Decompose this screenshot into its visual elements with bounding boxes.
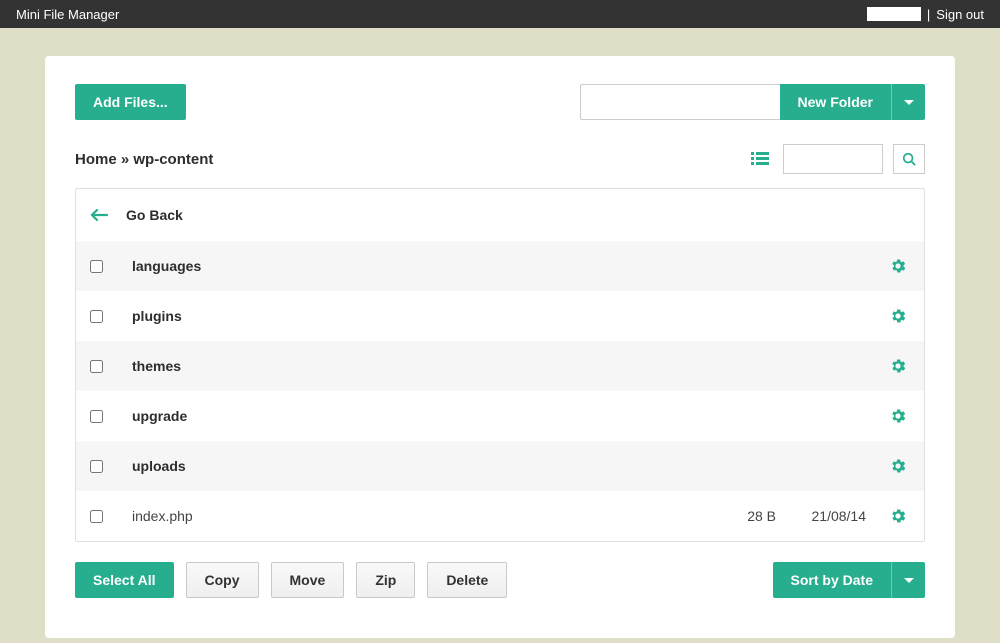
row-checkbox[interactable] bbox=[90, 310, 103, 323]
gear-icon[interactable] bbox=[886, 257, 910, 275]
search-input[interactable] bbox=[783, 144, 883, 174]
separator: | bbox=[927, 7, 930, 22]
delete-button[interactable]: Delete bbox=[427, 562, 507, 598]
new-folder-dropdown-toggle[interactable] bbox=[891, 84, 925, 120]
main-panel: Add Files... New Folder Home » wp-conten… bbox=[45, 56, 955, 638]
list-view-icon[interactable] bbox=[747, 148, 773, 170]
topbar: Mini File Manager | Sign out bbox=[0, 0, 1000, 28]
row-checkbox[interactable] bbox=[90, 410, 103, 423]
breadcrumb-home[interactable]: Home bbox=[75, 151, 117, 168]
bottom-actions: Select All Copy Move Zip Delete Sort by … bbox=[75, 562, 925, 598]
row-checkbox[interactable] bbox=[90, 510, 103, 523]
chevron-down-icon bbox=[904, 100, 914, 105]
search-group bbox=[747, 144, 925, 174]
row-size: 28 B bbox=[726, 508, 776, 524]
new-folder-button[interactable]: New Folder bbox=[780, 84, 891, 120]
row-checkbox[interactable] bbox=[90, 460, 103, 473]
breadcrumb-current: wp-content bbox=[133, 151, 213, 168]
table-row: uploads bbox=[76, 441, 924, 491]
sort-dropdown-toggle[interactable] bbox=[891, 562, 925, 598]
breadcrumb-row: Home » wp-content bbox=[75, 144, 925, 174]
go-back-row[interactable]: Go Back bbox=[76, 189, 924, 241]
move-button[interactable]: Move bbox=[271, 562, 345, 598]
sort-button[interactable]: Sort by Date bbox=[773, 562, 891, 598]
select-all-button[interactable]: Select All bbox=[75, 562, 174, 598]
row-checkbox[interactable] bbox=[90, 260, 103, 273]
add-files-button[interactable]: Add Files... bbox=[75, 84, 186, 120]
toolbar-top: Add Files... New Folder bbox=[75, 84, 925, 120]
breadcrumb-sep: » bbox=[121, 151, 129, 168]
topbar-right: | Sign out bbox=[867, 7, 984, 22]
signout-link[interactable]: Sign out bbox=[936, 7, 984, 22]
left-actions: Select All Copy Move Zip Delete bbox=[75, 562, 507, 598]
gear-icon[interactable] bbox=[886, 507, 910, 525]
breadcrumb: Home » wp-content bbox=[75, 151, 213, 168]
go-back-label: Go Back bbox=[126, 207, 183, 223]
table-row: index.php 28 B 21/08/14 bbox=[76, 491, 924, 541]
gear-icon[interactable] bbox=[886, 407, 910, 425]
new-folder-group: New Folder bbox=[580, 84, 925, 120]
search-button[interactable] bbox=[893, 144, 925, 174]
folder-name[interactable]: plugins bbox=[132, 308, 706, 324]
app-title: Mini File Manager bbox=[16, 7, 119, 22]
gear-icon[interactable] bbox=[886, 307, 910, 325]
file-name[interactable]: index.php bbox=[132, 508, 706, 524]
folder-name[interactable]: themes bbox=[132, 358, 706, 374]
row-date: 21/08/14 bbox=[796, 508, 866, 524]
search-icon bbox=[902, 152, 916, 166]
gear-icon[interactable] bbox=[886, 457, 910, 475]
right-actions: Sort by Date bbox=[773, 562, 925, 598]
user-field[interactable] bbox=[867, 7, 921, 21]
table-row: themes bbox=[76, 341, 924, 391]
gear-icon[interactable] bbox=[886, 357, 910, 375]
file-list: Go Back languages plugins themes bbox=[75, 188, 925, 542]
copy-button[interactable]: Copy bbox=[186, 562, 259, 598]
new-folder-input[interactable] bbox=[580, 84, 780, 120]
table-row: languages bbox=[76, 241, 924, 291]
table-row: upgrade bbox=[76, 391, 924, 441]
folder-name[interactable]: upgrade bbox=[132, 408, 706, 424]
row-checkbox[interactable] bbox=[90, 360, 103, 373]
zip-button[interactable]: Zip bbox=[356, 562, 415, 598]
folder-name[interactable]: uploads bbox=[132, 458, 706, 474]
chevron-down-icon bbox=[904, 578, 914, 583]
arrow-left-icon bbox=[90, 209, 108, 221]
table-row: plugins bbox=[76, 291, 924, 341]
folder-name[interactable]: languages bbox=[132, 258, 706, 274]
